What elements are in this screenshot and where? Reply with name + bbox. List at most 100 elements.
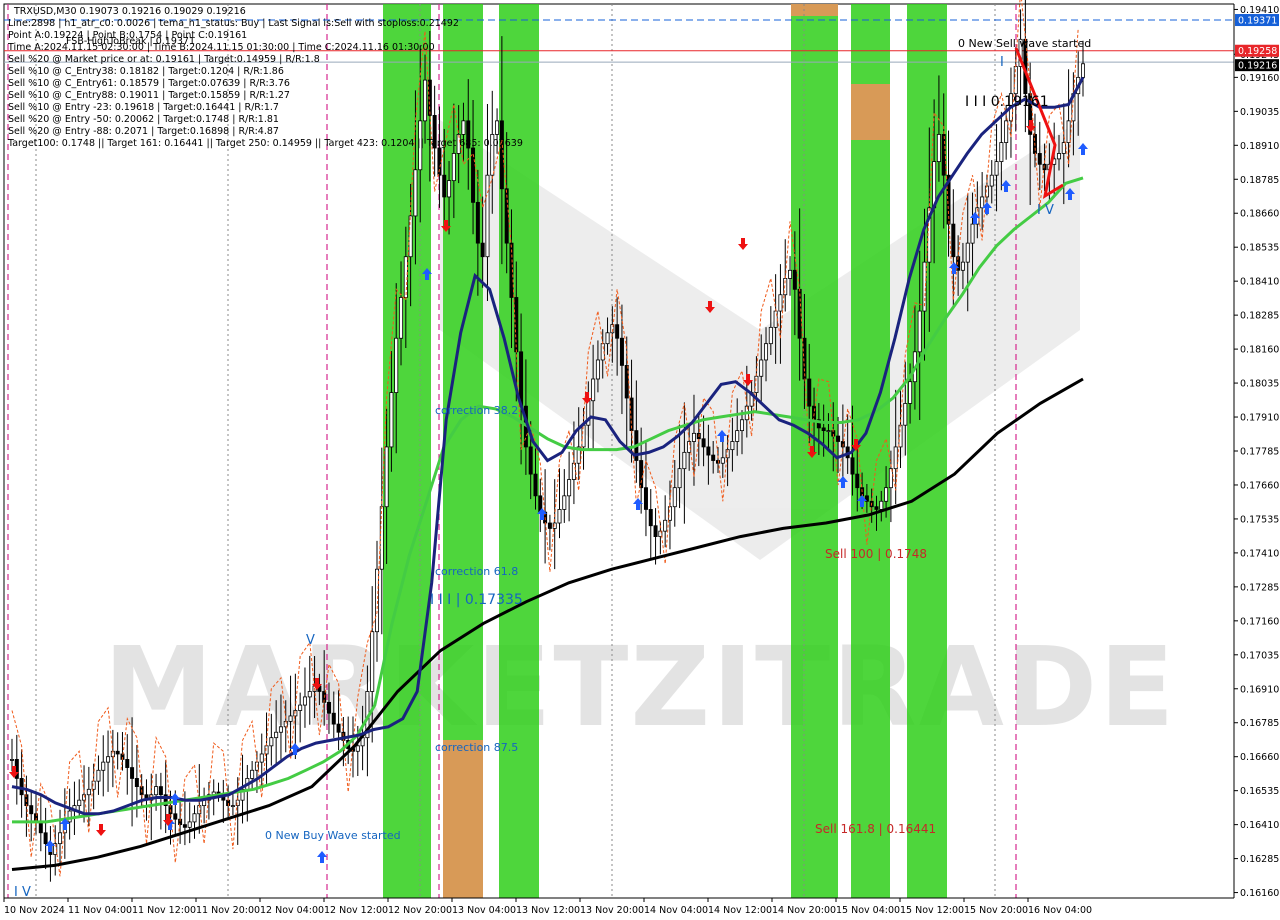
trx-usd-chart[interactable]: MARKETZITRADE0 New Sell wave started0 Ne…	[0, 0, 1280, 920]
info-line: Sell %10 @ C_Entry38: 0.18182 | Target:0…	[8, 66, 284, 77]
sell-100-label: Sell 100 | 0.1748	[825, 547, 927, 561]
candle-body	[970, 223, 975, 244]
candle-body	[1066, 120, 1071, 143]
y-tick-label: 0.17535	[1240, 514, 1279, 525]
candle-body	[917, 310, 922, 353]
candle-body	[250, 769, 255, 779]
info-line: Sell %10 @ C_Entry61: 0.18579 | Target:0…	[8, 78, 290, 89]
info-line: Sell %10 @ C_Entry88: 0.19011 | Target:0…	[8, 90, 290, 101]
candle-body	[908, 381, 913, 404]
candle-body	[269, 737, 274, 747]
candle-body	[951, 223, 956, 258]
candle-body	[562, 495, 567, 510]
x-tick-label: 11 Nov 20:00	[196, 905, 260, 916]
candle-body	[370, 631, 375, 692]
new-sell-wave-label: 0 New Sell wave started	[958, 37, 1091, 50]
y-tick-label: 0.17660	[1240, 480, 1279, 491]
candle-body	[701, 438, 706, 448]
candle-body	[130, 767, 135, 779]
candle-body	[677, 468, 682, 489]
candle-body	[331, 712, 336, 725]
wave-i-label: I	[1000, 55, 1004, 70]
new-buy-wave-label: 0 New Buy Wave started	[265, 829, 401, 842]
candle-body	[230, 805, 235, 808]
candle-body	[999, 142, 1004, 163]
candle-body	[792, 269, 797, 290]
candle-body	[850, 457, 855, 475]
candle-body	[355, 745, 360, 752]
candle-body	[735, 430, 740, 442]
candle-body	[259, 753, 264, 763]
candle-body	[451, 153, 456, 182]
candle-body	[639, 460, 644, 489]
candle-body	[893, 446, 898, 470]
correction-87-label: correction 87.5	[435, 741, 518, 754]
correction-61-label: correction 61.8	[435, 565, 518, 578]
candle-body	[288, 715, 293, 722]
info-line: Line:2898 | h1_atr_c0: 0.0026 | tema_h1_…	[8, 18, 459, 29]
candle-body	[192, 813, 197, 823]
candle-body	[759, 359, 764, 377]
candle-body	[648, 509, 653, 527]
x-tick-label: 10 Nov 2024	[4, 905, 65, 916]
price-tag-label: 0.19371	[1238, 16, 1277, 27]
candle-body	[499, 120, 504, 190]
info-line: Sell %10 @ Entry -23: 0.19618 | Target:0…	[8, 102, 279, 113]
y-tick-label: 0.17160	[1240, 616, 1279, 627]
price-tag-label: 0.19216	[1238, 61, 1277, 72]
candle-body	[442, 174, 447, 198]
candle-body	[384, 446, 389, 508]
y-tick-label: 0.16660	[1240, 752, 1279, 763]
orange-zone-bottom	[443, 740, 483, 898]
price-tag-label: 0.19258	[1238, 46, 1277, 57]
candle-body	[879, 500, 884, 510]
symbol-line: TRXUSD,M30 0.19073 0.19216 0.19029 0.192…	[13, 6, 246, 17]
y-tick-label: 0.16785	[1240, 718, 1279, 729]
candle-body	[874, 506, 879, 510]
candle-body	[826, 430, 831, 433]
candle-body	[643, 487, 648, 510]
candle-body	[557, 509, 562, 524]
candle-body	[495, 120, 500, 135]
y-tick-label: 0.19160	[1240, 73, 1279, 84]
candle-body	[711, 454, 716, 461]
candle-body	[125, 759, 130, 768]
candle-body	[980, 196, 985, 209]
candle-body	[43, 832, 48, 845]
candle-body	[480, 242, 485, 258]
candle-body	[720, 457, 725, 464]
info-line: Sell %20 @ Market price or at: 0.19161 |…	[8, 54, 320, 65]
candle-body	[653, 525, 658, 537]
candle-body	[884, 487, 889, 502]
candle-body	[1056, 153, 1061, 160]
x-tick-label: 11 Nov 04:00	[68, 905, 132, 916]
candle-body	[471, 147, 476, 203]
sell-161-label: Sell 161.8 | 0.16441	[815, 822, 936, 836]
y-tick-label: 0.16410	[1240, 820, 1279, 831]
x-tick-label: 13 Nov 12:00	[516, 905, 580, 916]
candle-body	[423, 79, 428, 122]
candle-body	[302, 696, 307, 706]
y-tick-label: 0.18035	[1240, 379, 1279, 390]
candle-body	[768, 326, 773, 345]
y-tick-label: 0.18160	[1240, 345, 1279, 356]
candle-body	[936, 134, 941, 163]
correction-38-label: correction 38.2	[435, 404, 518, 417]
candle-body	[158, 786, 163, 796]
y-tick-label: 0.18785	[1240, 175, 1279, 186]
x-tick-label: 13 Nov 20:00	[580, 905, 644, 916]
y-tick-label: 0.16535	[1240, 786, 1279, 797]
x-tick-label: 12 Nov 20:00	[388, 905, 452, 916]
candle-body	[989, 174, 994, 187]
x-tick-label: 16 Nov 04:00	[1028, 905, 1092, 916]
y-tick-label: 0.17285	[1240, 582, 1279, 593]
candle-body	[67, 810, 72, 823]
candle-body	[154, 786, 159, 796]
x-tick-label: 12 Nov 12:00	[324, 905, 388, 916]
x-tick-label: 14 Nov 12:00	[708, 905, 772, 916]
candle-body	[96, 769, 101, 782]
candle-body	[58, 832, 63, 845]
candle-body	[278, 726, 283, 733]
candle-body	[399, 297, 404, 339]
candle-body	[115, 750, 120, 755]
